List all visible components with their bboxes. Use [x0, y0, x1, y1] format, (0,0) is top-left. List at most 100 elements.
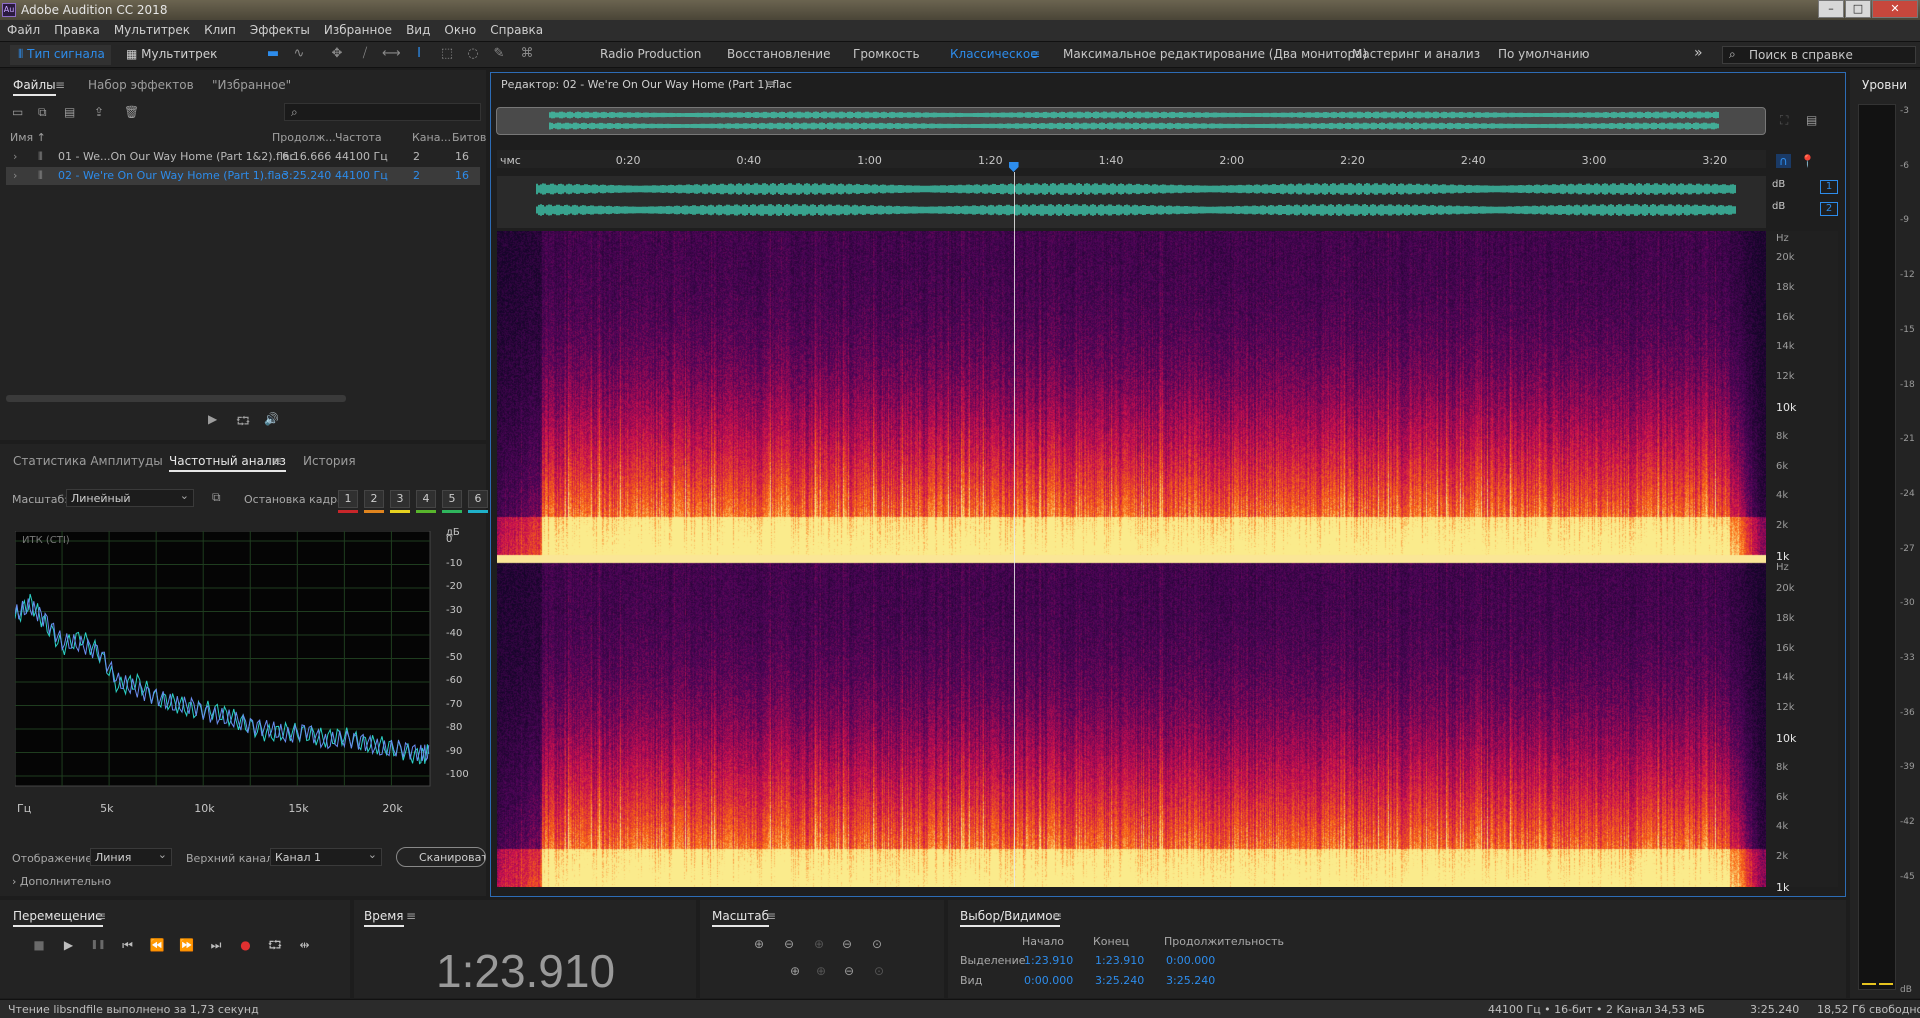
more-workspaces-icon[interactable]: »	[1694, 45, 1703, 61]
delete-icon[interactable]: 🗑	[124, 105, 139, 119]
scale-dropdown[interactable]: Линейный	[66, 489, 194, 507]
panel-menu-icon[interactable]: ≡	[1052, 909, 1062, 923]
minimize-icon[interactable]: –	[1818, 0, 1844, 18]
zoom-out-time-icon[interactable]: ⊖	[842, 937, 852, 951]
panel-menu-icon[interactable]: ≡	[96, 909, 106, 923]
col-name[interactable]: Имя ↑	[10, 131, 46, 144]
freeze-slot-1[interactable]: 1	[338, 490, 358, 508]
maximize-icon[interactable]: □	[1845, 0, 1871, 18]
menu-help[interactable]: Справка	[483, 20, 550, 40]
time-selection-tool-icon[interactable]: I	[410, 46, 428, 62]
workspace-radio-production[interactable]: Radio Production	[600, 47, 701, 61]
toggle-editor-view-icon[interactable]: ▤	[1806, 113, 1817, 127]
workspace-mastering[interactable]: Мастеринг и анализ	[1352, 47, 1480, 61]
zoom-in-amplitude-icon[interactable]: ⊕	[754, 937, 764, 951]
zoom-in-right-icon[interactable]: ⊖	[844, 964, 854, 978]
scan-button[interactable]: Сканировать	[396, 847, 486, 867]
display-dropdown[interactable]: Линия	[90, 848, 172, 866]
tab-files[interactable]: Файлы	[13, 78, 56, 96]
files-search-input[interactable]: ⌕	[284, 103, 481, 121]
workspace-menu-icon[interactable]: ≡	[1030, 47, 1040, 61]
skip-selection-icon[interactable]: ⇹	[296, 937, 314, 953]
zoom-out-full-icon[interactable]: ⊙	[872, 937, 882, 951]
menu-clip[interactable]: Клип	[197, 20, 243, 40]
show-spectral-pitch-icon[interactable]: ∿	[290, 46, 308, 62]
menu-window[interactable]: Окно	[437, 20, 483, 40]
multitrack-mode-button[interactable]: ▦ Мультитрек	[118, 45, 223, 65]
workspace-default[interactable]: По умолчанию	[1498, 47, 1590, 61]
col-bits[interactable]: Битов	[452, 131, 486, 144]
move-tool-icon[interactable]: ✥	[328, 46, 346, 62]
lasso-selection-tool-icon[interactable]: ◌	[464, 46, 482, 62]
zoom-to-selection-icon[interactable]: ⊕	[790, 964, 800, 978]
tab-frequency-analysis[interactable]: Частотный анализ	[169, 454, 286, 472]
menu-effects[interactable]: Эффекты	[243, 20, 317, 40]
expand-icon[interactable]: ›	[13, 169, 17, 182]
panel-menu-icon[interactable]: ≡	[55, 78, 65, 92]
help-search-input[interactable]: ⌕ Поиск в справке	[1722, 46, 1916, 64]
import-icon[interactable]: ⇪	[94, 105, 104, 119]
waveform-mode-button[interactable]: ⦀ Тип сигнала	[10, 45, 111, 65]
slip-tool-icon[interactable]: ⟷	[382, 46, 401, 62]
menu-favorites[interactable]: Избранное	[317, 20, 399, 40]
insert-multitrack-icon[interactable]: ⧉	[38, 105, 47, 120]
workspace-loudness[interactable]: Громкость	[853, 47, 920, 61]
panel-menu-icon[interactable]: ≡	[766, 77, 776, 91]
selection-duration[interactable]: 0:00.000	[1166, 954, 1215, 967]
view-start[interactable]: 0:00.000	[1024, 974, 1073, 987]
file-row[interactable]: › ⦀ 02 - We're On Our Way Home (Part 1).…	[6, 167, 480, 185]
zoom-in-time-icon[interactable]: ⊕	[814, 937, 824, 951]
open-file-icon[interactable]: ▭	[12, 105, 23, 119]
pause-icon[interactable]: ❚❚	[89, 937, 107, 953]
new-file-icon[interactable]: ▤	[64, 105, 75, 119]
panel-menu-icon[interactable]: ≡	[766, 909, 776, 923]
spot-healing-brush-icon[interactable]: ⌘	[518, 46, 536, 62]
brush-selection-tool-icon[interactable]: ✎	[490, 46, 508, 62]
file-row[interactable]: › ⦀ 01 - We...On Our Way Home (Part 1&2)…	[6, 148, 480, 166]
view-end[interactable]: 3:25.240	[1095, 974, 1144, 987]
spectral-frequency-display[interactable]	[497, 231, 1767, 887]
freeze-toggle-icon[interactable]: ⧉	[212, 490, 221, 505]
zoom-selection-icon[interactable]: ⊙	[874, 964, 884, 978]
auto-play-icon[interactable]: 🔊	[264, 412, 279, 426]
freeze-slot-5[interactable]: 5	[442, 490, 462, 508]
stop-icon[interactable]: ■	[30, 937, 48, 953]
menu-view[interactable]: Вид	[399, 20, 437, 40]
workspace-classic[interactable]: Классическое	[950, 47, 1038, 61]
razor-tool-icon[interactable]: ⧸	[356, 46, 374, 62]
tab-amplitude-statistics[interactable]: Статистика Амплитуды	[13, 454, 163, 468]
play-icon[interactable]: ▶	[60, 937, 78, 953]
go-to-end-icon[interactable]: ⏭	[207, 937, 225, 953]
go-to-start-icon[interactable]: ⏮	[119, 937, 137, 953]
menu-multitrack[interactable]: Мультитрек	[107, 20, 197, 40]
tab-effects-rack[interactable]: Набор эффектов	[88, 78, 194, 92]
menu-file[interactable]: Файл	[0, 20, 47, 40]
preview-play-icon[interactable]: ▶	[208, 412, 217, 426]
show-spectral-frequency-icon[interactable]: ▬	[264, 46, 282, 62]
freeze-slot-3[interactable]: 3	[390, 490, 410, 508]
freeze-slot-6[interactable]: 6	[468, 490, 488, 508]
panel-menu-icon[interactable]: ≡	[272, 454, 282, 468]
marquee-selection-tool-icon[interactable]: ⬚	[438, 46, 456, 62]
timeline-ruler[interactable]	[497, 150, 1766, 168]
col-duration[interactable]: Продолж...	[272, 131, 336, 144]
expand-icon[interactable]: ›	[13, 150, 17, 163]
rewind-icon[interactable]: ⏪	[148, 937, 166, 953]
panel-menu-icon[interactable]: ≡	[406, 909, 416, 923]
marker-pin-icon[interactable]: 📍	[1800, 154, 1815, 168]
monitor-icon[interactable]: ∩	[1776, 154, 1791, 168]
channel-2-toggle[interactable]: 2	[1820, 202, 1838, 216]
workspace-dual-monitor[interactable]: Максимальное редактирование (Два монитор…	[1063, 47, 1367, 61]
zoom-to-fit-icon[interactable]: ⛶	[1780, 113, 1788, 128]
record-icon[interactable]: ●	[237, 937, 255, 953]
col-rate[interactable]: Частота	[335, 131, 382, 144]
workspace-restoration[interactable]: Восстановление	[727, 47, 830, 61]
freeze-slot-2[interactable]: 2	[364, 490, 384, 508]
preview-loop-icon[interactable]: ⮔	[236, 412, 250, 433]
menu-edit[interactable]: Правка	[47, 20, 107, 40]
tab-history[interactable]: История	[303, 454, 356, 468]
selection-start[interactable]: 1:23.910	[1024, 954, 1073, 967]
view-duration[interactable]: 3:25.240	[1166, 974, 1215, 987]
freeze-slot-4[interactable]: 4	[416, 490, 436, 508]
zoom-out-amplitude-icon[interactable]: ⊖	[784, 937, 794, 951]
